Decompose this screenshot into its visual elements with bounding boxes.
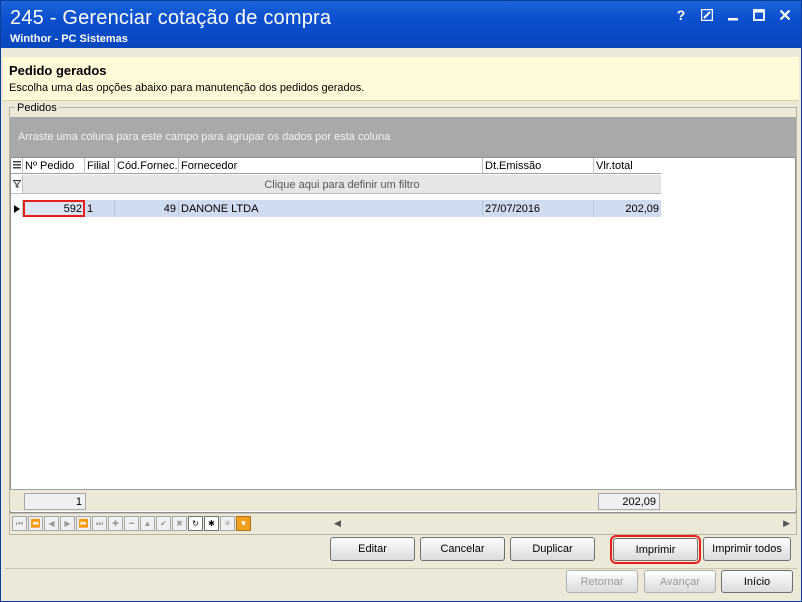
duplicar-button[interactable]: Duplicar <box>510 537 595 561</box>
column-chooser-icon[interactable] <box>11 158 23 174</box>
delete-record-icon[interactable]: ━ <box>124 516 139 531</box>
button-divider <box>5 568 797 569</box>
imprimir-todos-button[interactable]: Imprimir todos <box>703 537 791 561</box>
filter-row[interactable]: Clique aqui para definir um filtro <box>11 175 661 194</box>
scroll-right-icon[interactable]: ▶ <box>783 518 790 529</box>
col-header-filial[interactable]: Filial <box>85 158 115 174</box>
insert-record-icon[interactable]: ✚ <box>108 516 123 531</box>
cell-pedido[interactable]: 592 <box>23 200 85 217</box>
edit-icon[interactable] <box>699 7 715 23</box>
table-row[interactable]: 592 1 49 DANONE LTDA 27/07/2016 202,09 <box>11 200 661 217</box>
next-page-icon[interactable]: ⏩ <box>76 516 91 531</box>
col-header-vlr-total[interactable]: Vlr.total <box>594 158 661 174</box>
refresh-icon[interactable]: ↻ <box>188 516 203 531</box>
window-subtitle: Winthor - PC Sistemas <box>10 33 128 45</box>
cell-cod-fornec[interactable]: 49 <box>115 200 179 217</box>
title-bar: 245 - Gerenciar cotação de compra Wintho… <box>1 1 801 48</box>
help-icon[interactable]: ? <box>673 7 689 23</box>
cell-vlr-total[interactable]: 202,09 <box>594 200 661 217</box>
col-header-pedido[interactable]: Nº Pedido <box>23 158 85 174</box>
cancelar-button[interactable]: Cancelar <box>420 537 505 561</box>
app-window: 245 - Gerenciar cotação de compra Wintho… <box>0 0 802 602</box>
bookmark-icon[interactable]: ✱ <box>204 516 219 531</box>
cell-fornecedor[interactable]: DANONE LTDA <box>179 200 483 217</box>
col-header-fornecedor[interactable]: Fornecedor <box>179 158 483 174</box>
edit-record-icon[interactable]: ▲ <box>140 516 155 531</box>
maximize-icon[interactable] <box>751 7 767 23</box>
goto-bookmark-icon[interactable]: ✳ <box>220 516 235 531</box>
header-panel: Pedido gerados Escolha uma das opções ab… <box>3 57 799 101</box>
imprimir-button[interactable]: Imprimir <box>610 535 701 564</box>
grid-navigator: ⏮ ⏪ ◀ ▶ ⏩ ⏭ ✚ ━ ▲ ✔ ✖ ↻ ✱ ✳ ▼ ◀ ▶ <box>10 513 796 533</box>
editar-button[interactable]: Editar <box>330 537 415 561</box>
footer-total: 202,09 <box>598 493 660 510</box>
header-description: Escolha uma das opções abaixo para manut… <box>9 82 365 94</box>
grid-header-row: Nº Pedido Filial Cód.Fornec. Fornecedor … <box>11 158 661 174</box>
prev-page-icon[interactable]: ⏪ <box>28 516 43 531</box>
footer-count: 1 <box>24 493 86 510</box>
horizontal-scrollbar[interactable]: ◀ ▶ <box>328 516 794 531</box>
col-header-dt-emissao[interactable]: Dt.Emissão <box>483 158 594 174</box>
filter-icon <box>11 175 23 193</box>
header-title: Pedido gerados <box>9 63 107 78</box>
filter-prompt[interactable]: Clique aqui para definir um filtro <box>23 175 661 193</box>
grid-footer: 1 202,09 <box>10 489 796 511</box>
window-title: 245 - Gerenciar cotação de compra <box>10 7 332 29</box>
prev-record-icon[interactable]: ◀ <box>44 516 59 531</box>
group-by-panel[interactable]: Arraste uma coluna para este campo para … <box>10 117 796 157</box>
col-header-cod-fornec[interactable]: Cód.Fornec. <box>115 158 179 174</box>
retornar-button[interactable]: Retornar <box>566 570 638 593</box>
next-record-icon[interactable]: ▶ <box>60 516 75 531</box>
row-indicator-icon <box>11 200 23 217</box>
inicio-button[interactable]: Início <box>721 570 793 593</box>
cancel-edit-icon[interactable]: ✖ <box>172 516 187 531</box>
cell-filial[interactable]: 1 <box>85 200 115 217</box>
filter-funnel-icon[interactable]: ▼ <box>236 516 251 531</box>
orders-grid[interactable]: Nº Pedido Filial Cód.Fornec. Fornecedor … <box>10 157 796 513</box>
scroll-left-icon[interactable]: ◀ <box>334 518 341 529</box>
last-page-icon[interactable]: ⏭ <box>92 516 107 531</box>
minimize-icon[interactable] <box>725 7 741 23</box>
post-edit-icon[interactable]: ✔ <box>156 516 171 531</box>
first-page-icon[interactable]: ⏮ <box>12 516 27 531</box>
close-icon[interactable] <box>777 7 793 23</box>
pedidos-group-label: Pedidos <box>15 102 59 114</box>
cell-dt-emissao[interactable]: 27/07/2016 <box>483 200 594 217</box>
avancar-button[interactable]: Avançar <box>644 570 716 593</box>
